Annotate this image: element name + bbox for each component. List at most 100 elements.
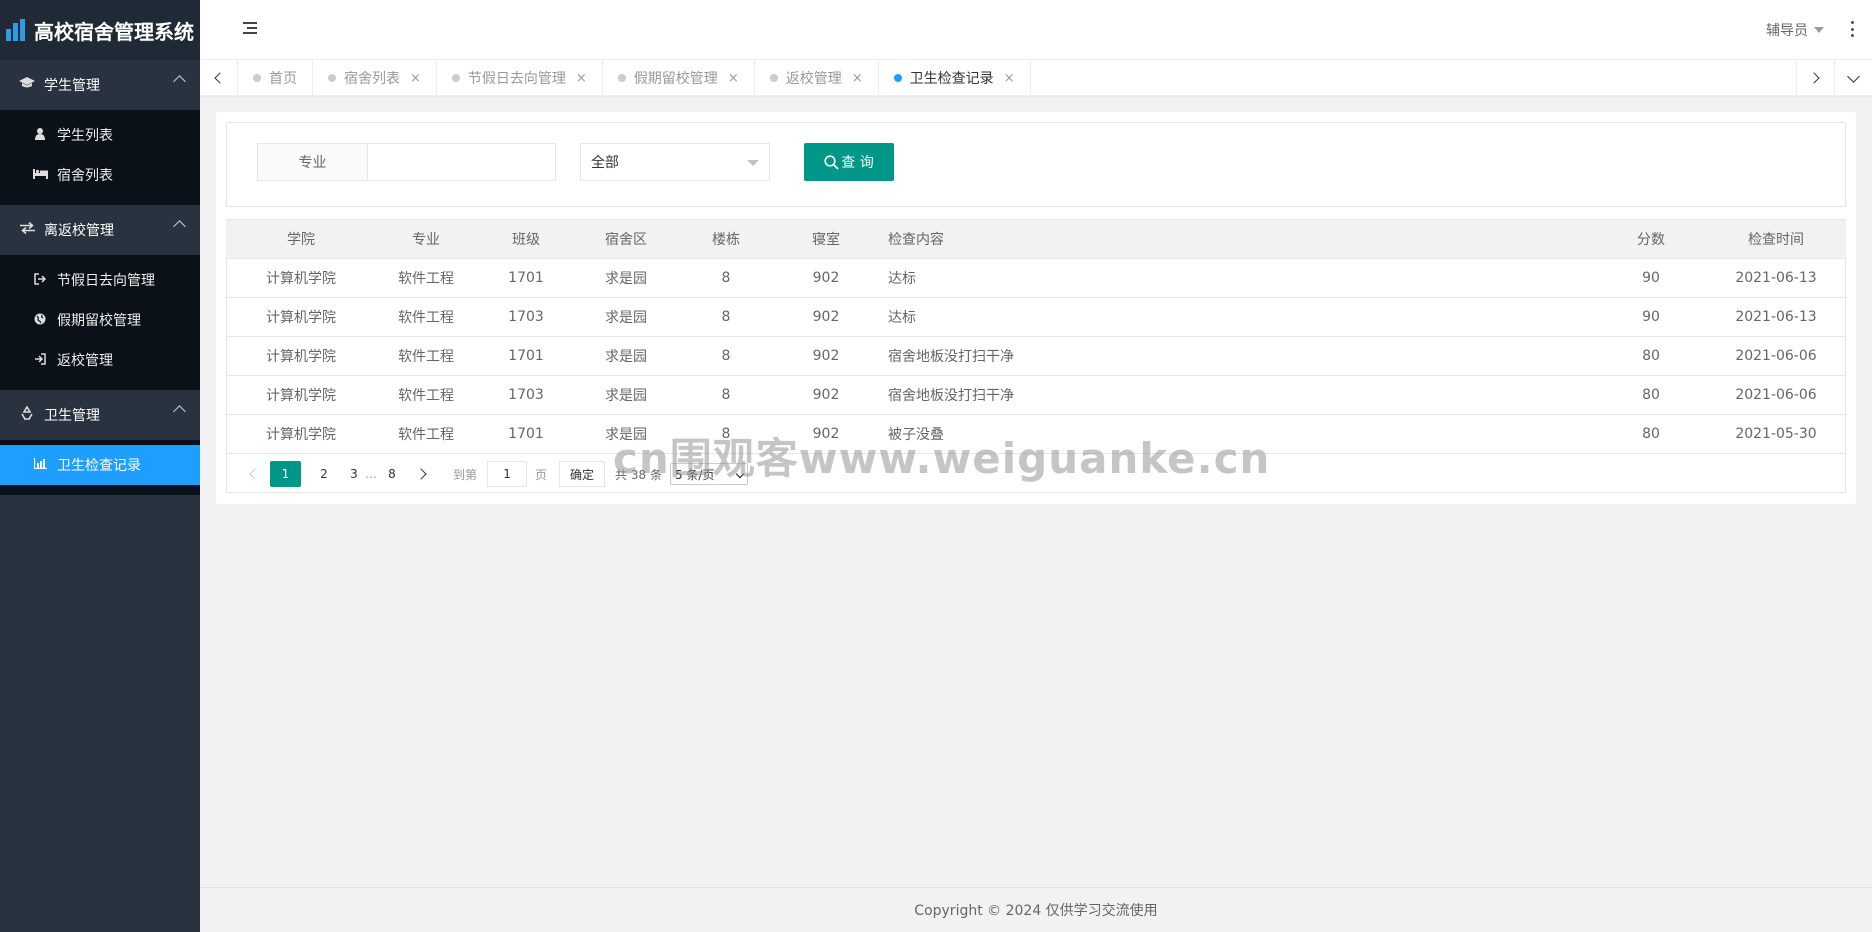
table-cell: 计算机学院 (226, 297, 376, 337)
tabs-scroll-right[interactable] (1796, 60, 1834, 96)
table-row[interactable]: 计算机学院 软件工程 1701 求是园 8 902 被子没叠 80 2021-0… (226, 414, 1846, 454)
sidebar-item-label: 返校管理 (57, 353, 113, 369)
column-header: 学院 (226, 219, 376, 259)
sidebar: 高校宿舍管理系统 学生管理 学生列表 宿舍列表 离返校管理 节假日去向管理 假期… (0, 0, 200, 932)
tab-dorm-list[interactable]: 宿舍列表 × (313, 60, 437, 96)
sidebar-item-student-list[interactable]: 学生列表 (0, 115, 200, 155)
user-menu[interactable]: 辅导员 (1766, 20, 1824, 40)
close-icon[interactable]: × (1004, 71, 1015, 86)
page-button-current[interactable]: 1 (270, 461, 301, 487)
more-vertical-icon[interactable] (1850, 21, 1854, 37)
chevron-right-icon (1808, 72, 1820, 84)
table-cell: 8 (676, 297, 776, 337)
table-cell: 软件工程 (376, 375, 476, 415)
major-select[interactable]: 全部 (580, 143, 770, 181)
sidebar-item-label: 宿舍列表 (57, 168, 113, 184)
caret-down-icon (1814, 27, 1824, 33)
sidebar-item-dorm-list[interactable]: 宿舍列表 (0, 155, 200, 195)
table-row[interactable]: 计算机学院 软件工程 1701 求是园 8 902 宿舍地板没打扫干净 80 2… (226, 336, 1846, 376)
table-cell: 902 (776, 258, 876, 298)
sidebar-group-student[interactable]: 学生管理 (0, 60, 200, 110)
user-name: 辅导员 (1766, 23, 1808, 39)
table-cell: 902 (776, 414, 876, 454)
sidebar-group-label: 学生管理 (44, 78, 100, 94)
bed-icon (33, 168, 48, 182)
prev-page-button[interactable] (240, 461, 266, 487)
tabs-bar: 首页 宿舍列表 × 节假日去向管理 × 假期留校管理 × 返校管理 × 卫生检查… (200, 60, 1872, 96)
menu-toggle-icon[interactable] (243, 22, 259, 38)
tab-hygiene-records[interactable]: 卫生检查记录 × (879, 60, 1031, 96)
table-row[interactable]: 计算机学院 软件工程 1703 求是园 8 902 达标 90 2021-06-… (226, 297, 1846, 337)
next-page-button[interactable] (409, 461, 435, 487)
tab-dot-icon (893, 74, 902, 82)
search-icon (824, 154, 839, 170)
table-cell: 902 (776, 297, 876, 337)
app-title: 高校宿舍管理系统 (34, 19, 194, 44)
pager-ellipsis: … (365, 467, 377, 481)
chevron-down-icon (735, 469, 745, 479)
major-input[interactable] (368, 144, 555, 180)
table-cell: 计算机学院 (226, 375, 376, 415)
sidebar-item-holiday-whereabouts[interactable]: 节假日去向管理 (0, 260, 200, 300)
close-icon[interactable]: × (728, 71, 739, 86)
table-cell: 达标 (876, 258, 1596, 298)
tab-dot-icon (328, 74, 336, 82)
building-icon (6, 19, 30, 41)
page-size-select[interactable]: 5 条/页 (669, 463, 748, 485)
skip-label: 到第 (453, 467, 478, 482)
page-button[interactable]: 2 (311, 461, 337, 487)
table-cell: 1701 (476, 336, 576, 376)
major-select-value: 全部 (591, 155, 619, 171)
page-button[interactable]: 3 (341, 461, 367, 487)
bar-chart-icon (33, 458, 47, 472)
page-button-last[interactable]: 8 (379, 461, 405, 487)
sidebar-group-hygiene[interactable]: 卫生管理 (0, 390, 200, 440)
table-cell: 计算机学院 (226, 414, 376, 454)
table-cell: 8 (676, 414, 776, 454)
column-header: 班级 (476, 219, 576, 259)
tab-dot-icon (451, 74, 460, 82)
table-cell: 2021-06-13 (1706, 297, 1846, 337)
table-cell: 80 (1596, 375, 1706, 415)
table-cell: 求是园 (576, 375, 676, 415)
table-cell: 8 (676, 375, 776, 415)
table-cell: 软件工程 (376, 297, 476, 337)
table-cell: 2021-05-30 (1706, 414, 1846, 454)
tab-return-school[interactable]: 返校管理 × (755, 60, 879, 96)
query-button[interactable]: 查 询 (804, 143, 894, 181)
recycle-icon (18, 405, 36, 424)
query-button-label: 查 询 (841, 155, 874, 171)
table-cell: 902 (776, 336, 876, 376)
close-icon[interactable]: × (852, 71, 863, 86)
close-icon[interactable]: × (410, 71, 421, 86)
table-header-row: 学院 专业 班级 宿舍区 楼栋 寝室 检查内容 分数 检查时间 (226, 219, 1846, 259)
tab-label: 首页 (269, 71, 297, 87)
tab-holiday-stay[interactable]: 假期留校管理 × (603, 60, 755, 96)
sidebar-group-leave-return[interactable]: 离返校管理 (0, 205, 200, 255)
close-icon[interactable]: × (576, 71, 587, 86)
table-row[interactable]: 计算机学院 软件工程 1703 求是园 8 902 宿舍地板没打扫干净 80 2… (226, 375, 1846, 415)
table-cell: 达标 (876, 297, 1596, 337)
tab-holiday-whereabouts[interactable]: 节假日去向管理 × (437, 60, 603, 96)
sidebar-item-label: 卫生检查记录 (57, 458, 141, 474)
tabs-menu[interactable] (1834, 60, 1872, 96)
table-row[interactable]: 计算机学院 软件工程 1701 求是园 8 902 达标 90 2021-06-… (226, 258, 1846, 298)
sidebar-item-holiday-stay[interactable]: 假期留校管理 (0, 300, 200, 340)
sidebar-item-hygiene-records[interactable]: 卫生检查记录 (0, 445, 200, 485)
table-cell: 计算机学院 (226, 258, 376, 298)
table-cell: 1703 (476, 375, 576, 415)
table-cell: 2021-06-06 (1706, 336, 1846, 376)
table-cell: 软件工程 (376, 258, 476, 298)
table-cell: 1701 (476, 258, 576, 298)
sign-out-icon (33, 272, 47, 288)
sidebar-item-return-school[interactable]: 返校管理 (0, 340, 200, 380)
top-header: 辅导员 (200, 0, 1872, 60)
tab-home[interactable]: 首页 (238, 60, 313, 96)
copyright-text: Copyright © 2024 仅供学习交流使用 (914, 903, 1158, 919)
sidebar-item-label: 学生列表 (57, 128, 113, 144)
skip-confirm-button[interactable]: 确定 (559, 461, 606, 487)
sidebar-submenu: 节假日去向管理 假期留校管理 返校管理 (0, 255, 200, 390)
chevron-up-icon (173, 220, 186, 233)
skip-page-input[interactable]: 1 (487, 461, 528, 487)
tabs-scroll-left[interactable] (200, 60, 238, 96)
